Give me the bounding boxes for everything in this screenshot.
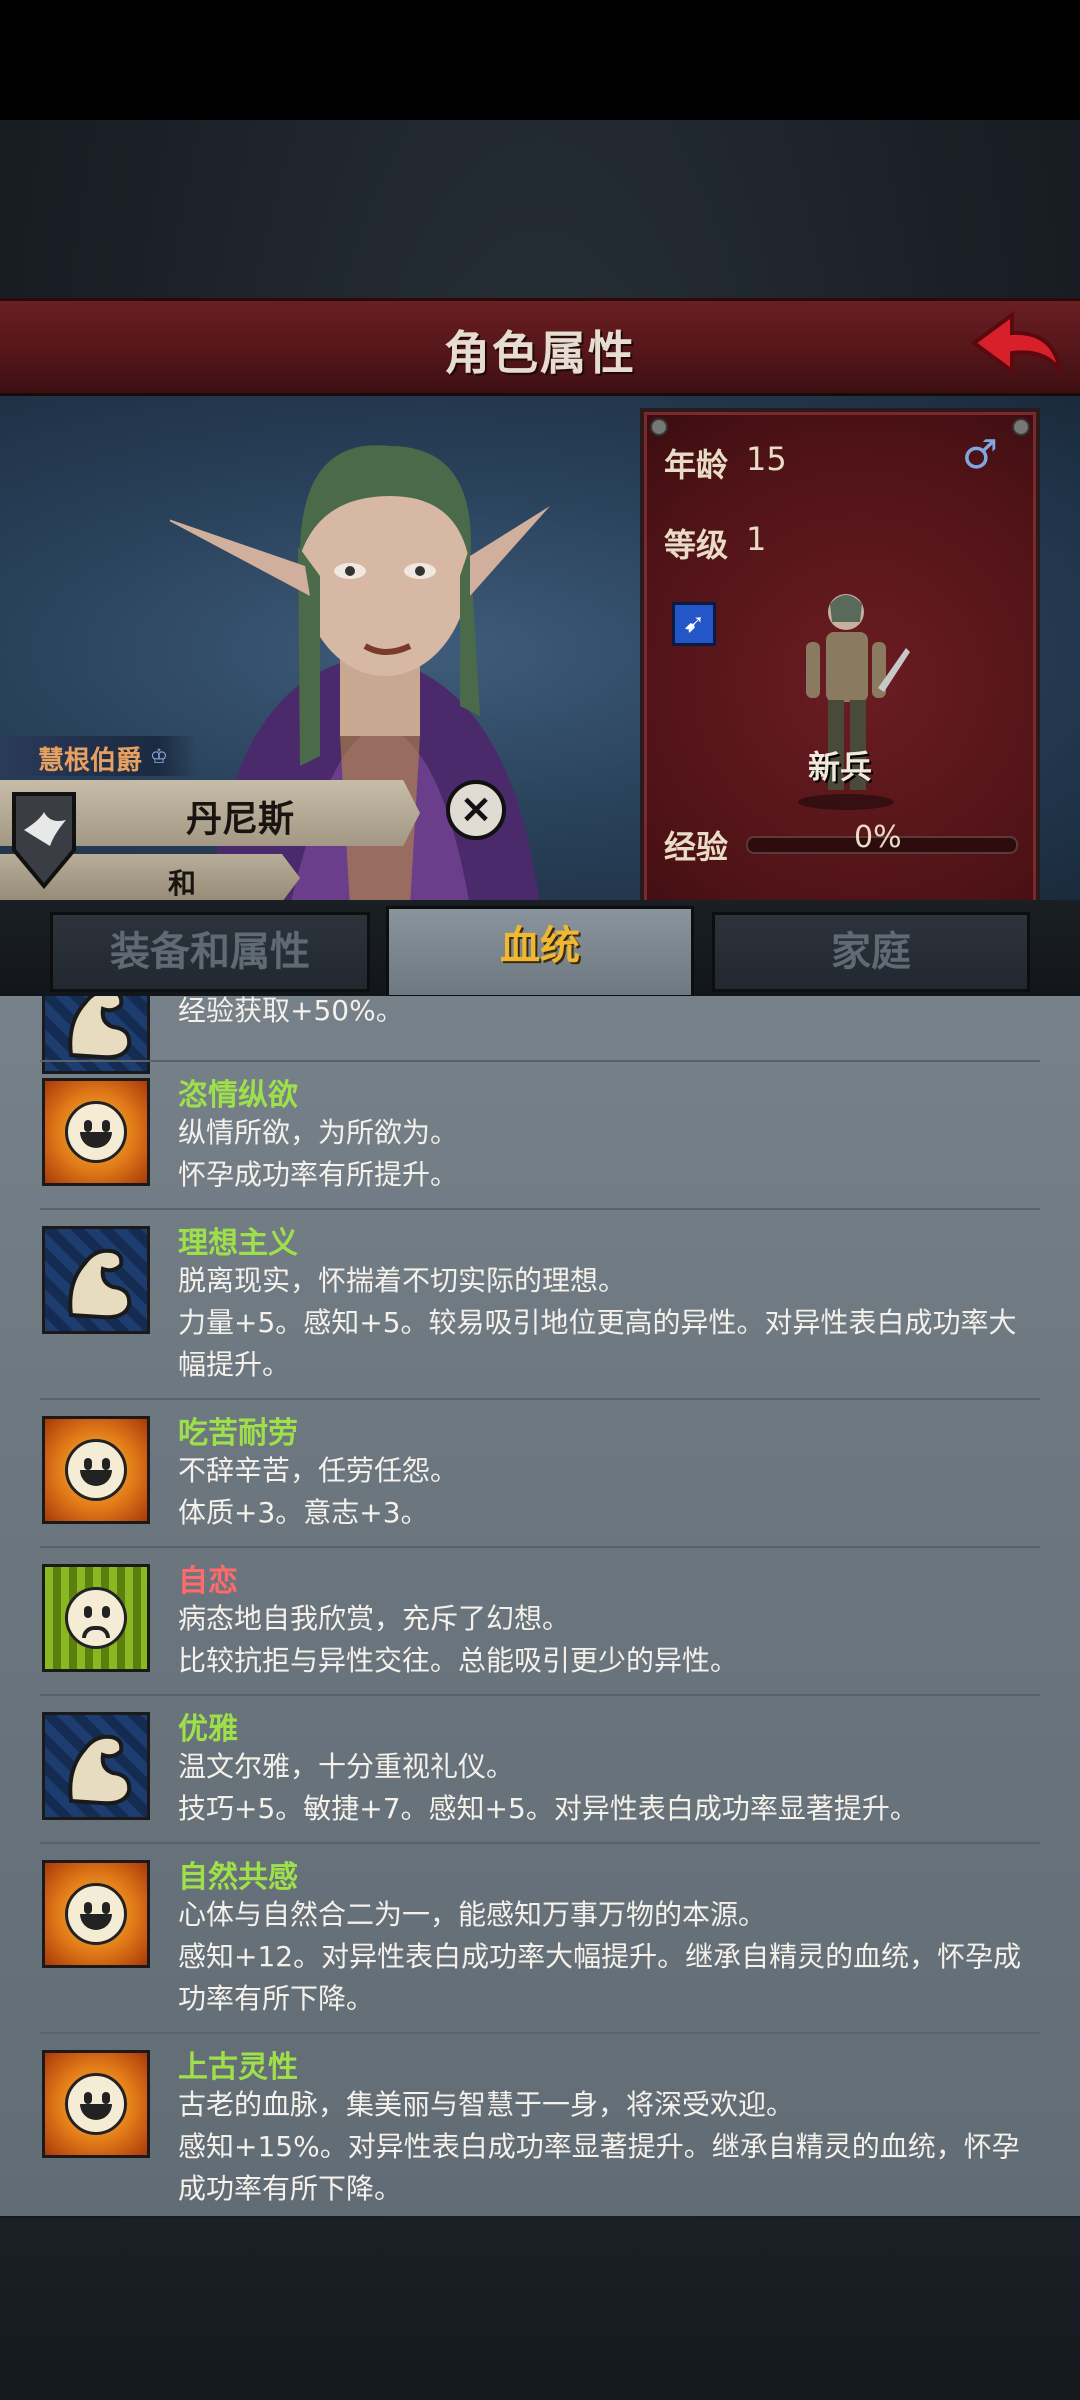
back-arrow-icon[interactable] <box>966 309 1066 387</box>
row-divider <box>40 1842 1040 1844</box>
trait-row[interactable]: 经验获取+50%。 <box>0 996 1080 1074</box>
trait-row[interactable]: 恣情纵欲 纵情所欲，为所欲为。 怀孕成功率有所提升。 <box>0 1060 1080 1214</box>
trait-row[interactable]: 吃苦耐劳 不辞辛苦，任劳任怨。 体质+3。意志+3。 <box>0 1398 1080 1552</box>
tab-bar: 装备和属性 血统 家庭 <box>0 900 1080 998</box>
row-divider <box>40 2032 1040 2034</box>
trait-description: 不辞辛苦，任劳任怨。 体质+3。意志+3。 <box>178 1454 459 1529</box>
character-subtitle: 和 <box>168 867 197 900</box>
flexed-arm-icon <box>42 1712 150 1820</box>
level-value: 1 <box>746 520 767 558</box>
family-crest-icon <box>12 792 76 890</box>
noble-title: 慧根伯爵 <box>38 746 143 776</box>
xp-label: 经验 <box>664 828 729 866</box>
trait-description: 心体与自然合二为一，能感知万事万物的本源。 感知+12。对异性表白成功率大幅提升… <box>178 1898 1022 2015</box>
trait-row[interactable]: 上古灵性 古老的血脉，集美丽与智慧于一身，将深受欢迎。 感知+15%。对异性表白成… <box>0 2032 1080 2216</box>
rivet <box>1012 418 1030 436</box>
trait-name: 上古灵性 <box>178 2050 298 2085</box>
tab-bloodline[interactable]: 血统 <box>386 906 694 998</box>
age-value: 15 <box>746 440 787 478</box>
happy-sun-icon <box>42 1078 150 1186</box>
happy-sun-icon <box>42 2050 150 2158</box>
class-name: 新兵 <box>807 748 872 786</box>
row-divider <box>40 1694 1040 1696</box>
trait-row[interactable]: 自然共感 心体与自然合二为一，能感知万事万物的本源。 感知+12。对异性表白成功率… <box>0 1842 1080 2038</box>
row-divider <box>40 1060 1040 1062</box>
trait-description: 古老的血脉，集美丽与智慧于一身，将深受欢迎。 感知+15%。对异性表白成功率显著… <box>178 2088 1020 2205</box>
trait-description: 病态地自我欣赏，充斥了幻想。 比较抗拒与异性交往。总能吸引更少的异性。 <box>178 1602 739 1677</box>
tab-equipment[interactable]: 装备和属性 <box>50 912 370 992</box>
crown-icon: ♔ <box>150 744 168 768</box>
trait-description: 纵情所欲，为所欲为。 怀孕成功率有所提升。 <box>178 1116 459 1191</box>
trait-row[interactable]: 自恋 病态地自我欣赏，充斥了幻想。 比较抗拒与异性交往。总能吸引更少的异性。 <box>0 1546 1080 1700</box>
xp-value: 0% <box>854 820 902 855</box>
trait-name: 自然共感 <box>178 1860 298 1895</box>
trait-description: 经验获取+50%。 <box>178 996 404 1027</box>
male-icon: ♂ <box>962 432 998 478</box>
bottom-bar <box>0 2218 1080 2400</box>
skill-sword-icon[interactable]: ➹ <box>672 602 716 646</box>
trait-row[interactable]: 理想主义 脱离现实，怀揣着不切实际的理想。 力量+5。感知+5。较易吸引地位更高的… <box>0 1208 1080 1404</box>
character-name: 丹尼斯 <box>186 799 295 840</box>
row-divider <box>40 1546 1040 1548</box>
trait-description: 脱离现实，怀揣着不切实际的理想。 力量+5。感知+5。较易吸引地位更高的异性。对… <box>178 1264 1017 1381</box>
flexed-arm-icon <box>42 996 150 1074</box>
page-title: 角色属性 <box>444 326 636 380</box>
trait-description: 温文尔雅，十分重视礼仪。 技巧+5。敏捷+7。感知+5。对异性表白成功率显著提升… <box>178 1750 918 1825</box>
trait-list[interactable]: 经验获取+50%。 恣情纵欲 纵情所欲，为所欲为。 怀孕成功率有所提升。 理想主义 脱离… <box>0 996 1080 2216</box>
trait-name: 优雅 <box>178 1712 238 1747</box>
flexed-arm-icon <box>42 1226 150 1334</box>
row-divider <box>40 1208 1040 1210</box>
trait-name: 自恋 <box>178 1564 238 1599</box>
row-divider <box>40 1398 1040 1400</box>
trait-name: 恣情纵欲 <box>178 1078 298 1113</box>
tab-family[interactable]: 家庭 <box>712 912 1030 992</box>
happy-sun-icon <box>42 1416 150 1524</box>
level-label: 等级 <box>664 526 729 564</box>
noble-title-tag: 慧根伯爵 ♔ <box>0 736 196 776</box>
age-label: 年龄 <box>664 446 729 484</box>
stats-panel: 年龄 15 ♂ 等级 1 ➹ 新兵 经验 0% <box>640 408 1040 908</box>
sad-face-icon <box>42 1564 150 1672</box>
trait-row[interactable]: 优雅 温文尔雅，十分重视礼仪。 技巧+5。敏捷+7。感知+5。对异性表白成功率显著… <box>0 1694 1080 1848</box>
dismiss-button[interactable]: × <box>446 780 506 840</box>
rivet <box>650 418 668 436</box>
trait-name: 理想主义 <box>178 1226 298 1261</box>
header-bar: 角色属性 <box>0 298 1080 399</box>
trait-name: 吃苦耐劳 <box>178 1416 298 1451</box>
happy-sun-icon <box>42 1860 150 1968</box>
